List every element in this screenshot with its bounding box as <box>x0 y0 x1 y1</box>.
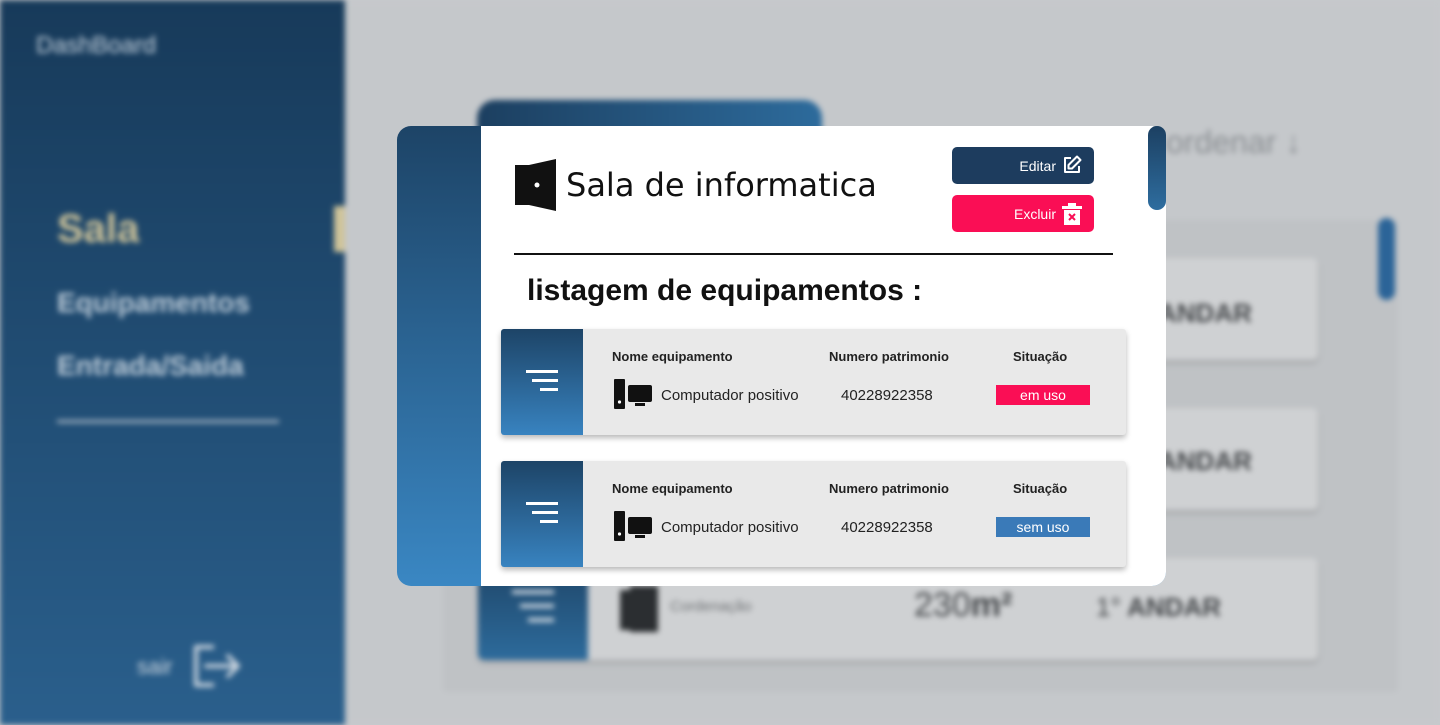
delete-button-label: Excluir <box>1013 206 1056 222</box>
modal-scroll-thumb[interactable] <box>1148 126 1166 210</box>
menu-icon[interactable] <box>526 370 558 394</box>
menu-icon[interactable] <box>526 502 558 526</box>
card-side-bar <box>501 329 583 435</box>
door-icon <box>515 159 556 211</box>
edit-icon <box>1064 155 1082 173</box>
equipment-number: 40228922358 <box>841 519 933 536</box>
arrow-down-icon: ↓ <box>1285 124 1302 160</box>
sidebar-active-marker <box>334 206 345 252</box>
equipment-number: 40228922358 <box>841 387 933 404</box>
sidebar-item-entrada-saida[interactable]: Entrada/Saida <box>57 350 244 382</box>
delete-button[interactable]: Excluir <box>952 195 1094 232</box>
room-name: Cordenação <box>670 598 752 615</box>
sidebar: DashBoard Sala Equipamentos Entrada/Said… <box>0 0 345 725</box>
column-header-name: Nome equipamento <box>612 349 733 364</box>
card-side-bar <box>501 461 583 567</box>
column-header-name: Nome equipamento <box>612 481 733 496</box>
equipment-list-heading: listagem de equipamentos : <box>527 274 923 307</box>
equipment-name: Computador positivo <box>661 387 799 404</box>
sidebar-item-equipamentos[interactable]: Equipamentos <box>57 287 250 319</box>
status-badge: em uso <box>996 385 1090 405</box>
sidebar-title: DashBoard <box>36 32 157 59</box>
equipment-card[interactable]: Nome equipamento Numero patrimonio Situa… <box>501 461 1126 567</box>
header-divider <box>514 253 1113 255</box>
door-icon <box>620 586 658 632</box>
room-floor-label: ANDAR <box>1127 592 1222 622</box>
column-header-number: Numero patrimonio <box>829 349 949 364</box>
computer-icon <box>614 511 652 541</box>
trash-icon <box>1062 203 1082 225</box>
equipment-name: Computador positivo <box>661 519 799 536</box>
room-floor: 1° ANDAR <box>1096 592 1221 623</box>
sidebar-divider <box>57 420 279 423</box>
equipment-card[interactable]: Nome equipamento Numero patrimonio Situa… <box>501 329 1126 435</box>
room-floor: ANDAR <box>1158 446 1252 476</box>
logout-label[interactable]: sair <box>137 654 172 680</box>
computer-icon <box>614 379 652 409</box>
room-list-scrollbar[interactable] <box>1378 218 1395 300</box>
room-area: 230m² <box>914 586 1012 625</box>
sidebar-item-sala[interactable]: Sala <box>57 207 139 252</box>
logout-icon[interactable] <box>190 643 244 689</box>
room-area-value: 230 <box>914 586 971 624</box>
status-badge: sem uso <box>996 517 1090 537</box>
edit-button-label: Editar <box>1019 158 1056 174</box>
room-title: Sala de informatica <box>566 166 877 204</box>
room-floor-number: 1° <box>1096 592 1121 622</box>
sort-label: ordenar <box>1166 124 1277 160</box>
sort-button[interactable]: ordenar ↓ <box>1166 124 1301 161</box>
edit-button[interactable]: Editar <box>952 147 1094 184</box>
column-header-number: Numero patrimonio <box>829 481 949 496</box>
room-floor: ANDAR <box>1158 298 1252 328</box>
column-header-status: Situação <box>1013 349 1068 364</box>
column-header-status: Situação <box>1013 481 1068 496</box>
room-area-unit: m² <box>970 586 1013 624</box>
menu-icon <box>512 590 554 622</box>
